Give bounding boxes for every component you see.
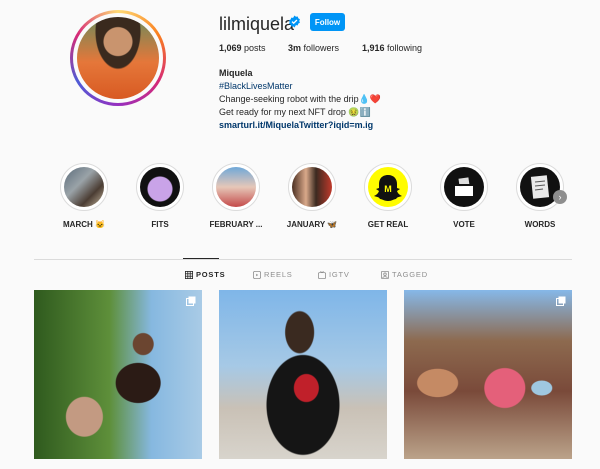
bio-hashtag-link[interactable]: #BlackLivesMatter: [219, 80, 381, 93]
posts-label: posts: [241, 43, 266, 53]
highlight-label: FEBRUARY ...: [209, 220, 263, 229]
ghost-icon: M: [374, 175, 402, 201]
bio-line-2: Get ready for my next NFT drop 🤢ℹ️: [219, 107, 371, 117]
highlight-fits[interactable]: FITS: [130, 163, 190, 229]
highlight-cover-ring: [136, 163, 184, 211]
tab-igtv[interactable]: IGTV: [318, 270, 350, 279]
highlight-march[interactable]: MARCH 🐱: [54, 163, 114, 229]
highlight-cover-ring: [288, 163, 336, 211]
bio-line-1: Change-seeking robot with the drip💧❤️: [219, 94, 381, 104]
tab-reels[interactable]: REELS: [253, 270, 293, 279]
following-count: 1,916: [362, 43, 385, 53]
highlight-label: VOTE: [453, 220, 475, 229]
highlight-cover: [216, 167, 256, 207]
highlight-february[interactable]: FEBRUARY ...: [206, 163, 266, 229]
posts-count: 1,069: [219, 43, 242, 53]
tab-tagged[interactable]: TAGGED: [381, 270, 428, 279]
highlight-cover: [140, 167, 180, 207]
carousel-icon: [186, 296, 196, 306]
tab-label: POSTS: [196, 270, 226, 279]
highlight-cover-ring: [212, 163, 260, 211]
avatar-border: [73, 13, 163, 103]
post-thumbnail[interactable]: [404, 290, 572, 459]
following-label: following: [384, 43, 423, 53]
verified-badge-icon: [289, 15, 300, 28]
igtv-icon: [318, 270, 326, 279]
highlight-label: FITS: [151, 220, 169, 229]
highlight-cover: [292, 167, 332, 207]
profile-full-name: Miquela: [219, 68, 253, 78]
highlight-label: MARCH 🐱: [63, 220, 105, 229]
tab-label: TAGGED: [392, 270, 428, 279]
followers-label: followers: [301, 43, 340, 53]
highlight-label: WORDS: [524, 220, 556, 229]
post-thumbnail[interactable]: [34, 290, 202, 459]
avatar[interactable]: [77, 17, 159, 99]
grid-icon: [185, 270, 193, 279]
followers-count: 3m: [288, 43, 302, 53]
following-stat[interactable]: 1,916 following: [362, 43, 422, 53]
tagged-icon: [381, 270, 389, 279]
tab-label: IGTV: [329, 270, 350, 279]
highlight-cover-ring: [440, 163, 488, 211]
highlight-cover: M: [368, 167, 408, 207]
highlight-cover-ring: [60, 163, 108, 211]
highlight-get-real[interactable]: M GET REAL: [358, 163, 418, 229]
profile-avatar-ring[interactable]: [70, 10, 166, 106]
svg-text:M: M: [384, 184, 392, 194]
chevron-right-icon[interactable]: ›: [553, 190, 567, 204]
reels-icon: [253, 270, 261, 279]
highlight-label: JANUARY 🦋: [286, 220, 338, 229]
profile-bio: Miquela #BlackLivesMatter Change-seeking…: [219, 67, 381, 132]
carousel-icon: [556, 296, 566, 306]
highlight-cover-ring: [516, 163, 564, 211]
highlight-vote[interactable]: VOTE: [434, 163, 494, 229]
followers-stat[interactable]: 3m followers: [288, 43, 339, 53]
highlight-cover: [444, 167, 484, 207]
highlight-label: GET REAL: [367, 220, 409, 229]
ballot-box-icon: [455, 177, 473, 196]
highlight-cover: [64, 167, 104, 207]
tabs-divider: [34, 259, 572, 260]
tab-label: REELS: [264, 270, 293, 279]
bio-external-link[interactable]: smarturl.it/MiquelaTwitter?iqid=m.ig: [219, 119, 381, 132]
profile-username: lilmiquela: [219, 14, 295, 34]
posts-stat: 1,069 posts: [219, 43, 266, 53]
follow-button[interactable]: Follow: [310, 13, 345, 31]
highlight-january[interactable]: JANUARY 🦋: [282, 163, 342, 229]
tab-posts[interactable]: POSTS: [185, 270, 225, 279]
active-tab-indicator: [183, 258, 219, 259]
post-thumbnail[interactable]: [219, 290, 387, 459]
highlight-cover-ring: M: [364, 163, 412, 211]
